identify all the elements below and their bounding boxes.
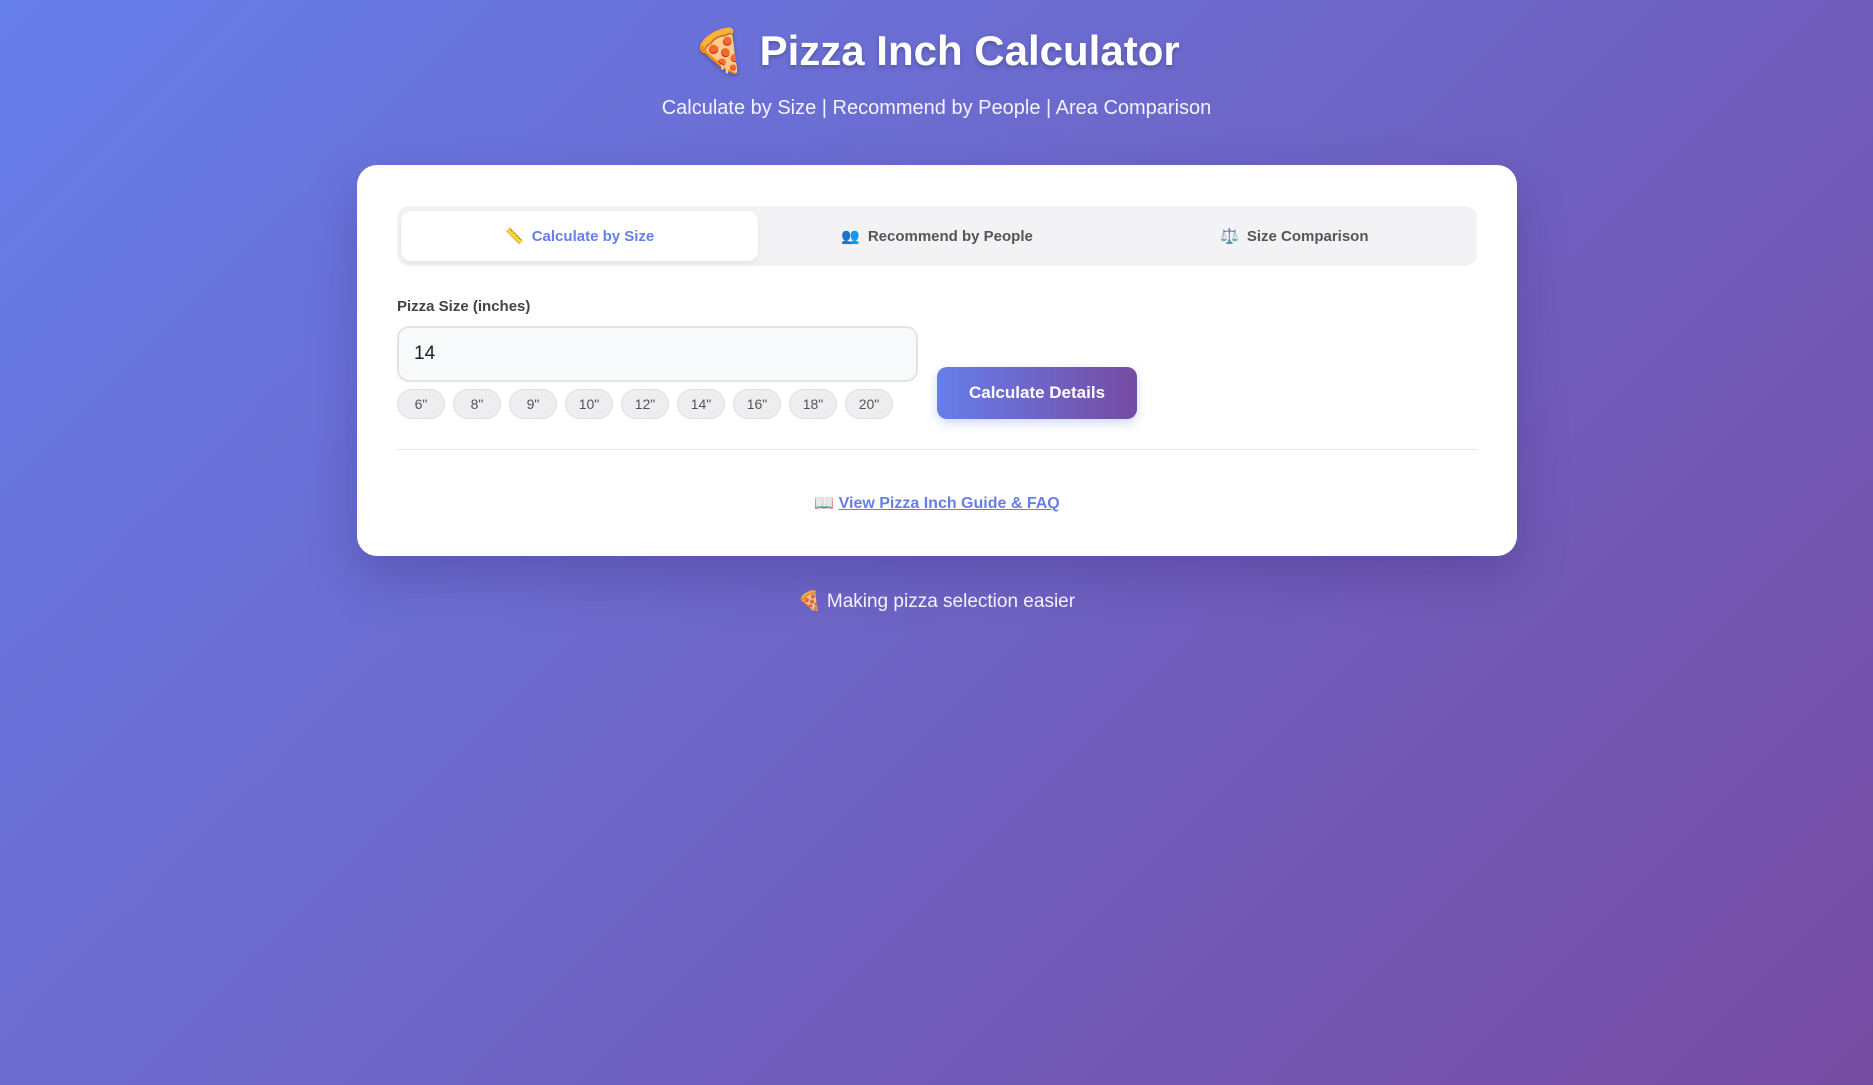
- preset-8[interactable]: 8": [453, 389, 501, 419]
- page-title-text: Pizza Inch Calculator: [759, 27, 1180, 74]
- preset-18[interactable]: 18": [789, 389, 837, 419]
- book-icon: 📖: [814, 493, 835, 512]
- preset-10[interactable]: 10": [565, 389, 613, 419]
- footer: 🍕 Making pizza selection easier: [0, 589, 1873, 613]
- preset-20[interactable]: 20": [845, 389, 893, 419]
- preset-9[interactable]: 9": [509, 389, 557, 419]
- footer-text: Making pizza selection easier: [826, 591, 1076, 612]
- size-presets: 6" 8" 9" 10" 12" 14" 16" 18" 20": [397, 389, 893, 419]
- calculator-card: 📏 Calculate by Size 👥 Recommend by Peopl…: [357, 165, 1517, 556]
- people-icon: 👥: [841, 227, 860, 245]
- tab-recommend-by-people[interactable]: 👥 Recommend by People: [758, 211, 1115, 261]
- preset-12[interactable]: 12": [621, 389, 669, 419]
- pizza-size-input[interactable]: [397, 326, 918, 382]
- page-title: 🍕 Pizza Inch Calculator: [0, 26, 1873, 76]
- preset-6[interactable]: 6": [397, 389, 445, 419]
- tab-calculate-by-size[interactable]: 📏 Calculate by Size: [401, 211, 759, 261]
- guide-faq-link[interactable]: View Pizza Inch Guide & FAQ: [839, 495, 1060, 512]
- page-subtitle: Calculate by Size | Recommend by People …: [661, 97, 1212, 119]
- guide-link-row: 📖 View Pizza Inch Guide & FAQ: [357, 493, 1517, 513]
- tab-bar: 📏 Calculate by Size 👥 Recommend by Peopl…: [397, 206, 1477, 266]
- divider: [397, 449, 1477, 450]
- pizza-icon: 🍕: [797, 590, 822, 612]
- tab-label: Size Comparison: [1246, 227, 1369, 245]
- pizza-size-label: Pizza Size (inches): [397, 298, 531, 315]
- tab-size-comparison[interactable]: ⚖️ Size Comparison: [1116, 211, 1473, 261]
- pizza-icon: 🍕: [693, 26, 746, 75]
- calculate-details-button[interactable]: Calculate Details: [937, 367, 1137, 419]
- tab-label: Recommend by People: [867, 227, 1033, 245]
- ruler-icon: 📏: [505, 227, 524, 245]
- scales-icon: ⚖️: [1220, 227, 1239, 245]
- tab-label: Calculate by Size: [531, 227, 655, 245]
- preset-14[interactable]: 14": [677, 389, 725, 419]
- preset-16[interactable]: 16": [733, 389, 781, 419]
